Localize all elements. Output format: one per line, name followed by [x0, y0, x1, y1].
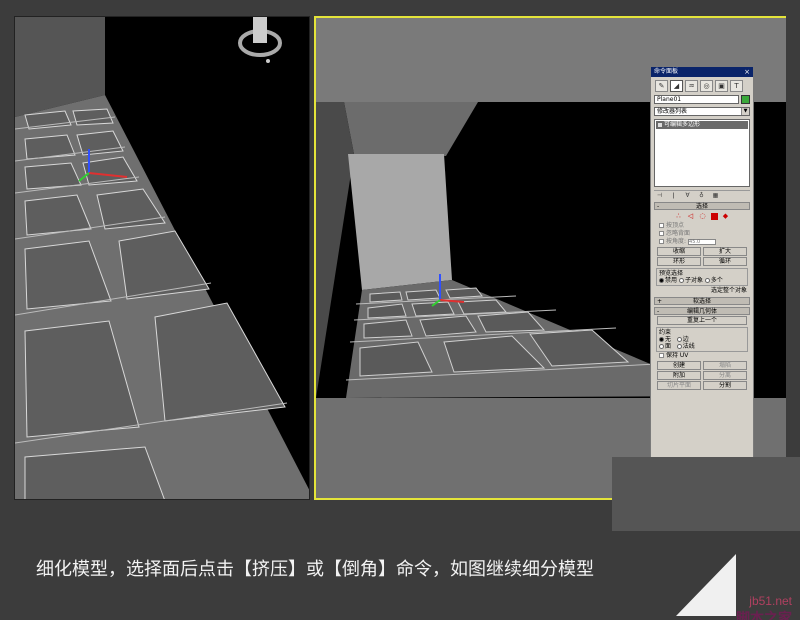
- slice-plane-button[interactable]: 切片平面: [657, 381, 701, 390]
- edge-icon[interactable]: ◁: [687, 212, 695, 220]
- collapse-button[interactable]: 塌陷: [703, 361, 747, 370]
- object-color-swatch[interactable]: [741, 95, 750, 104]
- configure-modifier-sets-icon[interactable]: ▦: [710, 192, 721, 200]
- vertex-icon[interactable]: ∴: [675, 212, 683, 220]
- watermark: jb51.net 脚本之家: [676, 568, 796, 616]
- by-angle-option[interactable]: 按角度:45.0: [651, 238, 753, 246]
- constraint-normal-radio[interactable]: [677, 344, 682, 349]
- modifier-stack: 可编辑多边形: [654, 119, 750, 187]
- object-name-field[interactable]: Plane01: [654, 95, 739, 104]
- command-panel-title-text: 命令面板: [654, 68, 678, 75]
- pin-stack-icon[interactable]: ⊣: [654, 192, 665, 200]
- constraint-none-radio[interactable]: [659, 337, 664, 342]
- chevron-down-icon: ▼: [741, 108, 749, 115]
- stack-item-editable-poly[interactable]: 可编辑多边形: [656, 121, 748, 129]
- repeat-last-button[interactable]: 重复上一个: [657, 316, 747, 325]
- object-name-row: Plane01: [654, 95, 750, 104]
- border-icon[interactable]: ◌: [699, 212, 707, 220]
- left-viewport[interactable]: [14, 16, 310, 500]
- ring-button[interactable]: 环形: [657, 257, 701, 266]
- remove-modifier-icon[interactable]: ♁: [696, 192, 707, 200]
- command-panel-tabs: ✎ ◢ ♒ ◎ ▣ T: [651, 77, 753, 95]
- subobject-icons: ∴ ◁ ◌ ◆: [651, 210, 753, 222]
- split-checkbox[interactable]: 分割: [703, 381, 747, 390]
- grow-button[interactable]: 扩大: [703, 247, 747, 256]
- constraint-face-radio[interactable]: [659, 344, 664, 349]
- selection-rollout-header[interactable]: - 选择: [654, 202, 750, 210]
- left-viewport-scene: [15, 17, 310, 500]
- loop-button[interactable]: 循环: [703, 257, 747, 266]
- overlay-box: [612, 457, 800, 531]
- selection-rollout-title: 选择: [696, 203, 708, 210]
- modify-tab-icon[interactable]: ◢: [670, 80, 683, 92]
- modifier-list-dropdown[interactable]: 修改器列表 ▼: [654, 107, 750, 116]
- ignore-backfacing-option[interactable]: 忽略背面: [651, 230, 753, 238]
- stack-item-label: 可编辑多边形: [664, 121, 700, 128]
- expand-icon[interactable]: [658, 123, 662, 127]
- shrink-button[interactable]: 收缩: [657, 247, 701, 256]
- edit-geometry-rollout-header[interactable]: - 编辑几何体: [654, 307, 750, 315]
- preserve-uv-option[interactable]: 保持 UV: [651, 352, 753, 360]
- preview-selection-group: 预览选择 禁用 子对象 多个: [656, 268, 748, 286]
- display-tab-icon[interactable]: ▣: [715, 80, 728, 92]
- show-end-result-icon[interactable]: ǀ: [668, 192, 679, 200]
- element-icon[interactable]: ◆: [722, 212, 730, 220]
- detach-button[interactable]: 分离: [703, 371, 747, 380]
- utilities-tab-icon[interactable]: T: [730, 80, 743, 92]
- by-vertex-option[interactable]: 按顶点: [651, 222, 753, 230]
- hierarchy-tab-icon[interactable]: ♒: [685, 80, 698, 92]
- command-panel-title: 命令面板 ×: [651, 67, 753, 77]
- create-button[interactable]: 创建: [657, 361, 701, 370]
- create-tab-icon[interactable]: ✎: [655, 80, 668, 92]
- polygon-icon[interactable]: [711, 213, 718, 220]
- preview-off-radio[interactable]: [659, 278, 664, 283]
- caption-text: 细化模型，选择面后点击【挤压】或【倒角】命令，如图继续细分模型: [36, 555, 594, 581]
- watermark-triangle: [676, 554, 736, 616]
- angle-spinner[interactable]: 45.0: [688, 239, 716, 245]
- selection-status: 选定整个对象: [651, 286, 753, 295]
- modifier-list-label: 修改器列表: [657, 108, 687, 115]
- motion-tab-icon[interactable]: ◎: [700, 80, 713, 92]
- close-icon[interactable]: ×: [743, 67, 751, 77]
- stack-tools: ⊣ ǀ ∀ ♁ ▦: [654, 190, 750, 200]
- watermark-name: 脚本之家: [736, 608, 792, 620]
- make-unique-icon[interactable]: ∀: [682, 192, 693, 200]
- screenshot-frame: 命令面板 × ✎ ◢ ♒ ◎ ▣ T Plane01 修改器列表 ▼ 可编辑多边…: [0, 0, 800, 620]
- watermark-site: jb51.net: [749, 594, 792, 608]
- attach-button[interactable]: 附加: [657, 371, 701, 380]
- constraints-group: 约束 无 边 面 法线: [656, 327, 748, 352]
- command-panel: 命令面板 × ✎ ◢ ♒ ◎ ▣ T Plane01 修改器列表 ▼ 可编辑多边…: [650, 66, 754, 462]
- soft-selection-rollout-header[interactable]: + 软选择: [654, 297, 750, 305]
- preview-multi-radio[interactable]: [705, 278, 710, 283]
- preview-subobject-radio[interactable]: [679, 278, 684, 283]
- constraint-edge-radio[interactable]: [677, 337, 682, 342]
